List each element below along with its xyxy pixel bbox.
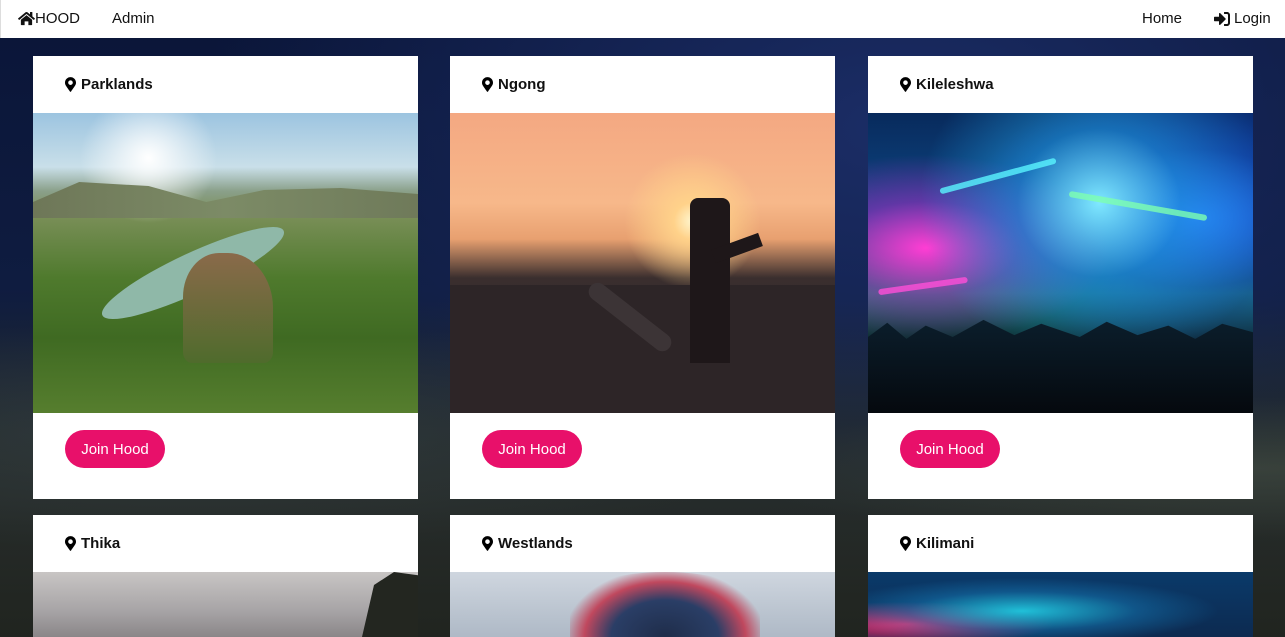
hood-image (450, 113, 835, 413)
card-header: Ngong (450, 56, 835, 113)
map-marker-icon (65, 536, 76, 551)
card-header: Parklands (33, 56, 418, 113)
card-title: Thika (81, 535, 121, 552)
card-title: Ngong (498, 76, 546, 93)
hood-card: Thika (33, 515, 418, 637)
card-footer: Join Hood (450, 413, 835, 499)
nav-login-label: Login (1234, 10, 1271, 27)
join-hood-button[interactable]: Join Hood (65, 430, 165, 468)
join-hood-button[interactable]: Join Hood (900, 430, 1000, 468)
hood-image (868, 572, 1253, 637)
map-marker-icon (900, 77, 911, 92)
hood-card: Westlands (450, 515, 835, 637)
card-header: Kileleshwa (868, 56, 1253, 113)
map-marker-icon (482, 536, 493, 551)
card-title: Westlands (498, 535, 573, 552)
sign-in-icon (1214, 11, 1230, 26)
map-marker-icon (482, 77, 493, 92)
card-footer: Join Hood (868, 413, 1253, 499)
card-title: Kilimani (916, 535, 975, 552)
card-header: Westlands (450, 515, 835, 572)
card-footer: Join Hood (33, 413, 418, 499)
brand-link[interactable]: HOOD (18, 10, 80, 27)
navbar: HOOD Admin Home Login (0, 0, 1285, 38)
home-icon (18, 11, 35, 26)
card-title: Parklands (81, 76, 153, 93)
card-header: Thika (33, 515, 418, 572)
hood-card: Ngong Join Hood (450, 56, 835, 499)
brand-text: HOOD (35, 10, 80, 27)
nav-home-link[interactable]: Home (1142, 10, 1182, 27)
hood-image (33, 113, 418, 413)
card-header: Kilimani (868, 515, 1253, 572)
hood-image (33, 572, 418, 637)
map-marker-icon (900, 536, 911, 551)
map-marker-icon (65, 77, 76, 92)
join-hood-button[interactable]: Join Hood (482, 430, 582, 468)
hood-image (450, 572, 835, 637)
hood-card: Parklands Join Hood (33, 56, 418, 499)
hood-image (868, 113, 1253, 413)
hood-card: Kilimani (868, 515, 1253, 637)
nav-login-link[interactable]: Login (1214, 10, 1271, 27)
nav-admin-link[interactable]: Admin (112, 10, 155, 27)
card-title: Kileleshwa (916, 76, 994, 93)
hood-card: Kileleshwa Join Hood (868, 56, 1253, 499)
